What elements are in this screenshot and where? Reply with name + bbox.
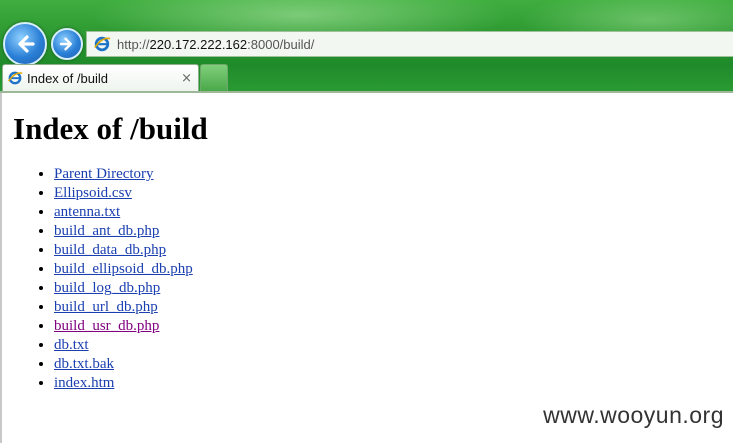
watermark: www.wooyun.org [543, 402, 724, 428]
tab-index-of-build[interactable]: Index of /build × [2, 64, 199, 91]
file-link[interactable]: build_ant_db.php [54, 223, 159, 239]
list-item: db.txt.bak [54, 355, 193, 374]
list-item: build_usr_db.php [54, 317, 193, 336]
list-item: db.txt [54, 336, 193, 355]
ie-page-icon [94, 36, 111, 52]
list-item: build_ant_db.php [54, 222, 193, 241]
file-link[interactable]: Parent Directory [54, 166, 154, 182]
browser-chrome: http://220.172.222.162:8000/build/ Index… [0, 0, 733, 93]
address-bar[interactable]: http://220.172.222.162:8000/build/ [86, 31, 733, 57]
tab-title: Index of /build [27, 70, 108, 86]
forward-button[interactable] [51, 28, 83, 60]
close-tab-icon[interactable]: × [181, 71, 192, 86]
file-link[interactable]: db.txt [54, 337, 89, 353]
file-link[interactable]: Ellipsoid.csv [54, 185, 132, 201]
back-button[interactable] [3, 22, 47, 66]
address-url[interactable]: http://220.172.222.162:8000/build/ [117, 37, 314, 52]
file-list: Parent Directory Ellipsoid.csv antenna.txt… [12, 165, 193, 393]
list-item: index.htm [54, 374, 193, 393]
file-link[interactable]: build_log_db.php [54, 280, 160, 296]
file-link[interactable]: index.htm [54, 375, 114, 391]
file-link[interactable]: build_url_db.php [54, 299, 158, 315]
list-item: build_ellipsoid_db.php [54, 260, 193, 279]
ie-tab-icon [8, 71, 23, 85]
url-prefix: http:// [117, 36, 150, 52]
list-item: antenna.txt [54, 203, 193, 222]
file-link[interactable]: build_ellipsoid_db.php [54, 261, 193, 277]
forward-arrow-icon [59, 37, 72, 51]
file-link[interactable]: antenna.txt [54, 204, 120, 220]
url-suffix: :8000/build/ [247, 36, 315, 52]
list-item: build_data_db.php [54, 241, 193, 260]
page-content: Index of /build Parent Directory Ellipsoi… [0, 93, 733, 443]
url-host: 220.172.222.162 [149, 36, 248, 52]
file-link[interactable]: build_usr_db.php [54, 318, 159, 334]
list-item: Ellipsoid.csv [54, 184, 193, 203]
new-tab-button[interactable] [200, 64, 228, 91]
list-item: build_url_db.php [54, 298, 193, 317]
list-item: Parent Directory [54, 165, 193, 184]
list-item: build_log_db.php [54, 279, 193, 298]
file-link[interactable]: build_data_db.php [54, 242, 166, 258]
back-arrow-icon [18, 35, 35, 53]
page-title: Index of /build [13, 111, 208, 146]
file-link[interactable]: db.txt.bak [54, 356, 114, 372]
